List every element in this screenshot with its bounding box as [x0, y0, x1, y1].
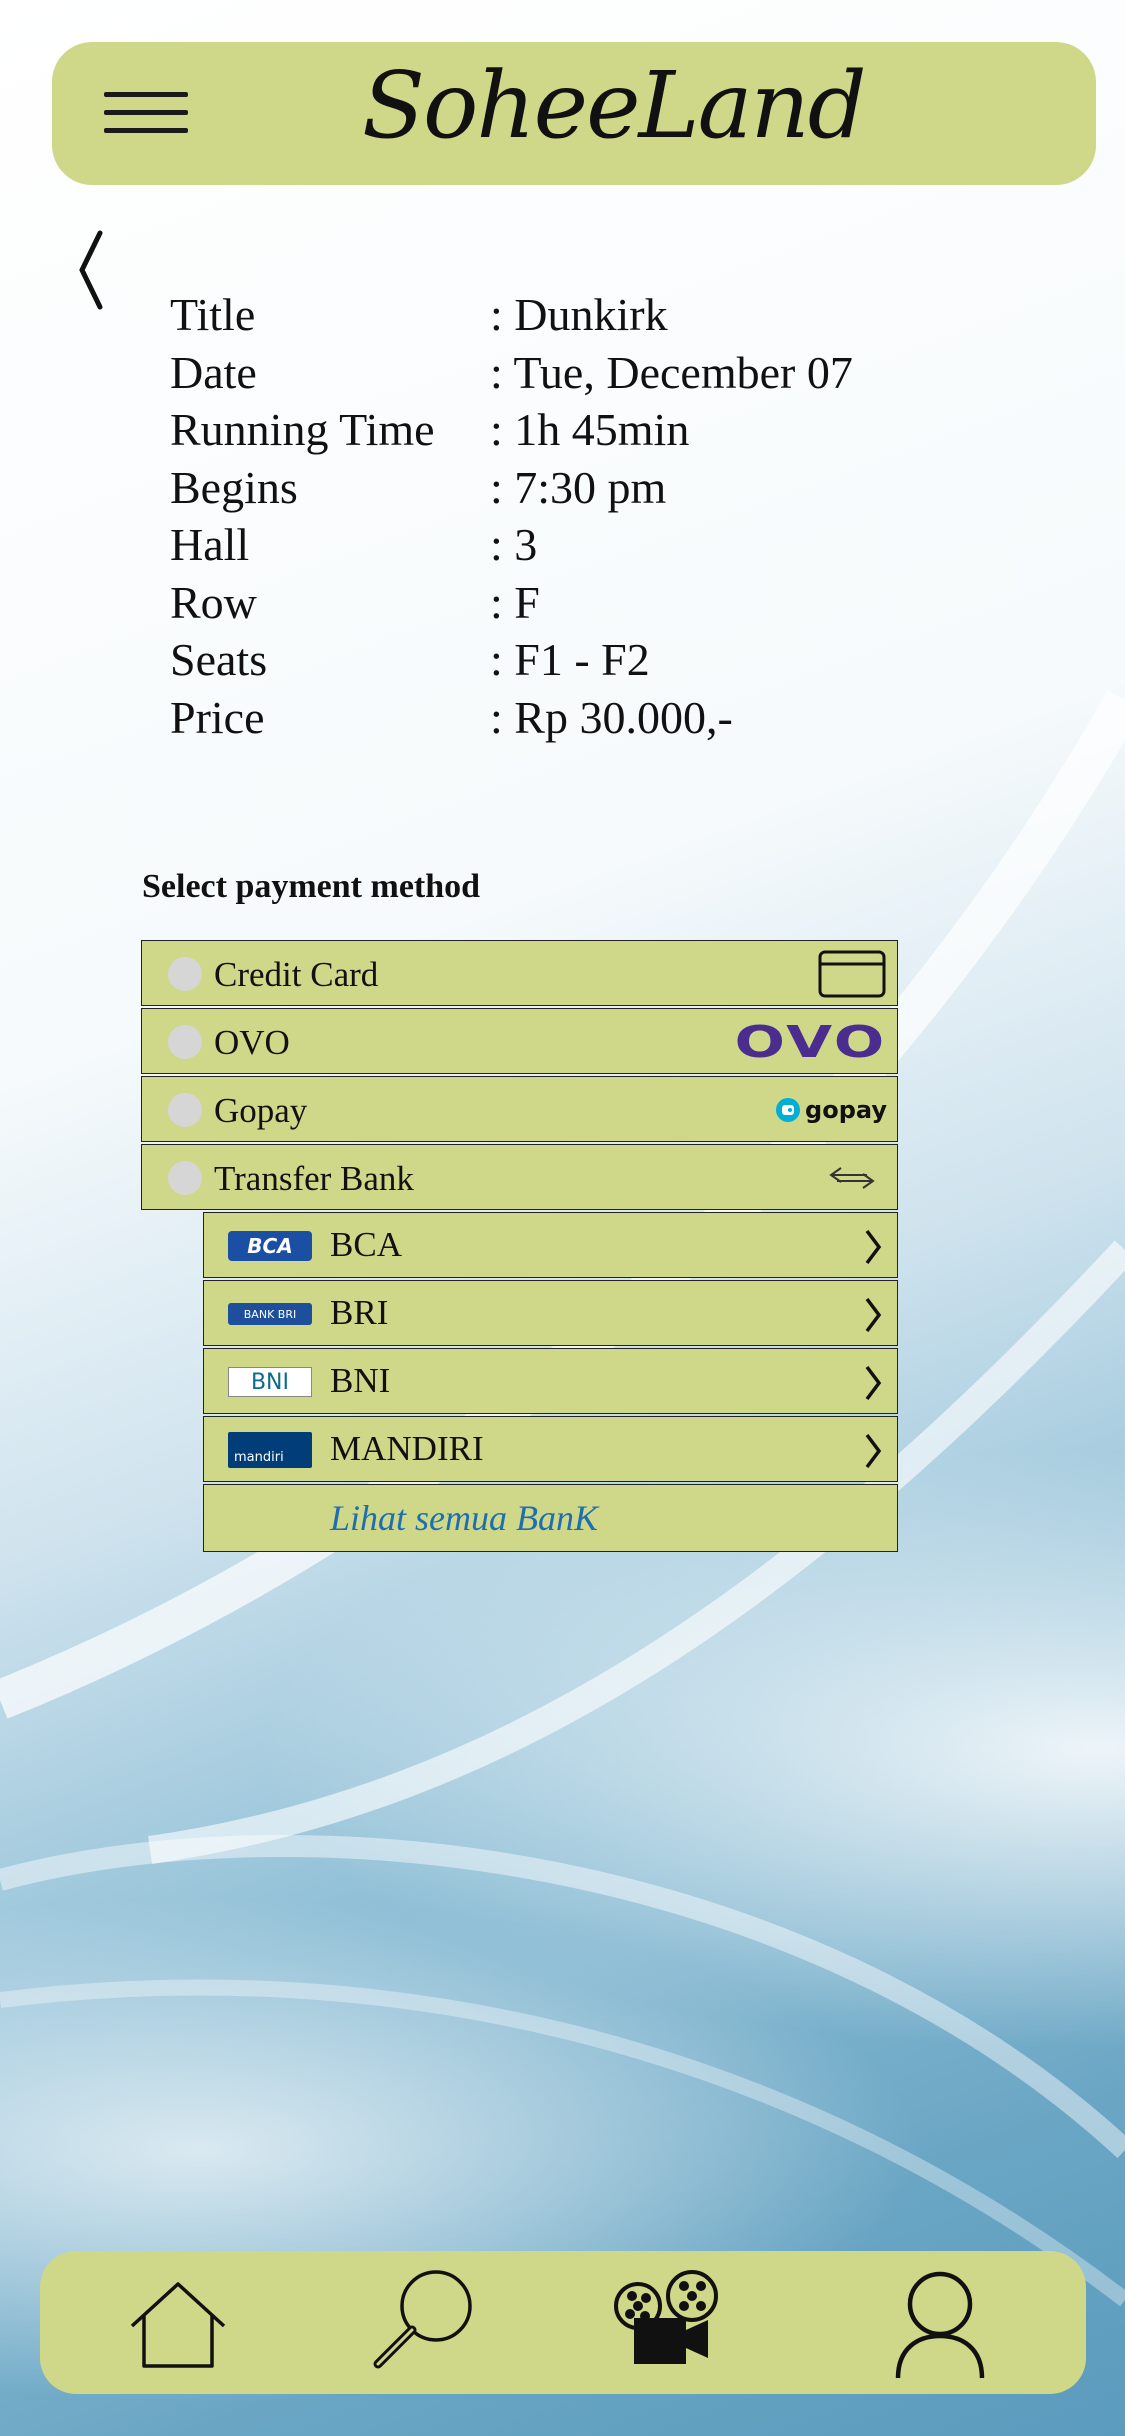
payment-option-gopay[interactable]: Gopay gopay: [141, 1076, 898, 1142]
detail-value: : Rp 30.000,-: [490, 691, 733, 743]
bank-option-mandiri[interactable]: mandiri MANDIRI: [203, 1416, 898, 1482]
app-header: SoheeLand: [52, 42, 1096, 185]
detail-row: Running Time : 1h 45min: [170, 400, 853, 458]
chevron-right-icon: [865, 1229, 882, 1265]
detail-label: Seats: [170, 634, 268, 685]
payment-option-label: Credit Card: [214, 955, 379, 994]
bri-logo: BANK BRI: [228, 1303, 312, 1325]
detail-value: : 3: [490, 519, 538, 570]
detail-row: Hall : 3: [170, 515, 853, 573]
detail-label: Date: [170, 346, 257, 398]
back-chevron-icon[interactable]: [72, 225, 112, 315]
detail-value: : 7:30 pm: [490, 461, 667, 513]
radio-button[interactable]: [168, 1093, 202, 1127]
detail-label: Begins: [170, 461, 298, 513]
payment-option-credit-card[interactable]: Credit Card: [141, 940, 898, 1006]
detail-row: Begins : 7:30 pm: [170, 458, 853, 516]
detail-value: : 1h 45min: [490, 404, 690, 455]
detail-row: Row : F: [170, 573, 853, 631]
chevron-right-icon: [865, 1297, 882, 1333]
payment-option-transfer-bank[interactable]: Transfer Bank: [141, 1144, 898, 1210]
film-projector-icon[interactable]: [608, 2266, 728, 2381]
bottom-nav: [40, 2251, 1086, 2394]
detail-row: Seats : F1 - F2: [170, 630, 853, 688]
detail-label: Row: [170, 576, 257, 628]
detail-label: Running Time: [170, 404, 435, 455]
bca-logo: BCA: [228, 1231, 312, 1261]
detail-label: Price: [170, 691, 265, 743]
mandiri-logo-text: mandiri: [234, 1450, 284, 1465]
detail-value: : Tue, December 07: [490, 346, 853, 398]
detail-label: Title: [170, 289, 256, 340]
bank-option-bni[interactable]: BNI BNI: [203, 1348, 898, 1414]
user-icon[interactable]: [880, 2266, 1000, 2381]
credit-card-icon: [817, 949, 887, 999]
bank-label: MANDIRI: [330, 1429, 484, 1468]
detail-row: Title : Dunkirk: [170, 285, 853, 343]
detail-value: : F1 - F2: [490, 634, 650, 685]
bank-option-bca[interactable]: BCA BCA: [203, 1212, 898, 1278]
ovo-logo-text: OVO: [734, 1016, 887, 1068]
gopay-wallet-icon: [776, 1098, 801, 1122]
detail-row: Date : Tue, December 07: [170, 343, 853, 401]
payment-option-label: OVO: [214, 1023, 290, 1062]
payment-section-title: Select payment method: [142, 868, 481, 905]
booking-details: Title : Dunkirk Date : Tue, December 07 …: [170, 285, 853, 745]
bank-option-bri[interactable]: BANK BRI BRI: [203, 1280, 898, 1346]
detail-label: Hall: [170, 519, 250, 570]
bni-logo: BNI: [228, 1367, 312, 1397]
payment-option-label: Gopay: [214, 1091, 308, 1130]
bank-label: BCA: [330, 1225, 402, 1264]
gopay-logo-text: gopay: [805, 1096, 887, 1124]
see-all-banks-link[interactable]: Lihat semua BanK: [330, 1497, 598, 1539]
chevron-right-icon: [865, 1365, 882, 1401]
detail-value: : Dunkirk: [490, 289, 668, 340]
bank-label: BRI: [330, 1293, 389, 1332]
app-logo: SoheeLand: [362, 52, 867, 159]
detail-row: Price : Rp 30.000,-: [170, 688, 853, 746]
search-icon[interactable]: [360, 2266, 480, 2381]
bca-logo-text: BCA: [247, 1234, 293, 1258]
bri-logo-text: BANK BRI: [243, 1307, 297, 1321]
bank-label: BNI: [330, 1361, 391, 1400]
home-icon[interactable]: [118, 2266, 238, 2381]
bni-logo-text: BNI: [250, 1369, 290, 1395]
transfer-icon: [827, 1153, 877, 1203]
ovo-logo: OVO: [735, 1017, 887, 1068]
radio-button[interactable]: [168, 957, 202, 991]
payment-option-ovo[interactable]: OVO OVO: [141, 1008, 898, 1074]
payment-option-label: Transfer Bank: [214, 1159, 414, 1198]
chevron-right-icon: [865, 1433, 882, 1469]
gopay-logo: gopay: [775, 1085, 887, 1135]
hamburger-menu-icon[interactable]: [104, 92, 188, 138]
radio-button[interactable]: [168, 1025, 202, 1059]
see-all-banks-row[interactable]: Lihat semua BanK: [203, 1484, 898, 1552]
mandiri-logo: mandiri: [228, 1432, 312, 1468]
detail-value: : F: [490, 576, 540, 628]
radio-button[interactable]: [168, 1161, 202, 1195]
